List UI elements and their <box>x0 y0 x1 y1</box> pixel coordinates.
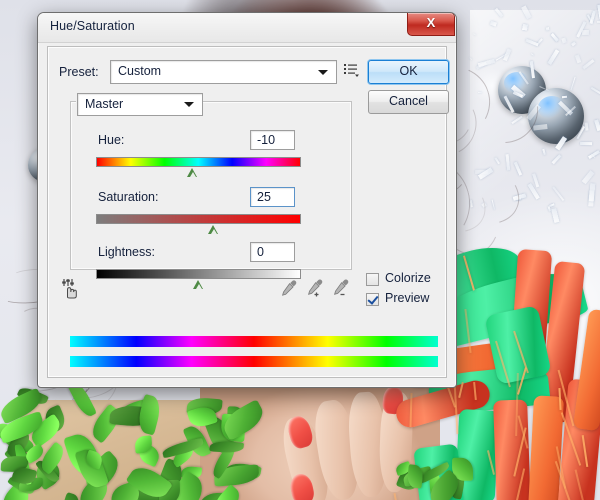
hue-spectrum-source <box>70 336 438 347</box>
close-button[interactable]: X <box>407 13 455 36</box>
eyedropper-plus-icon[interactable] <box>305 279 324 298</box>
preview-label: Preview <box>385 291 430 305</box>
artwork-glass-shard <box>582 29 589 35</box>
eyedropper-minus-icon[interactable] <box>331 279 350 298</box>
hue-label: Hue: <box>98 133 125 147</box>
saturation-slider-track[interactable] <box>96 214 301 224</box>
artwork-ribbon <box>493 399 531 500</box>
channel-dropdown[interactable]: Master <box>77 93 203 116</box>
photoshop-canvas: Hue/Saturation X Preset: Custom OK Cance… <box>0 0 600 500</box>
artwork-glass-shard <box>562 95 568 99</box>
lightness-input[interactable]: 0 <box>250 242 295 262</box>
artwork-leaves <box>0 379 269 500</box>
chevron-down-icon <box>184 102 194 107</box>
eyedropper-icon[interactable] <box>279 279 298 298</box>
artwork-glass-shard <box>521 23 528 31</box>
dialog-body: Preset: Custom OK Cancel Master Hue: -10… <box>47 46 449 378</box>
close-icon: X <box>426 15 436 30</box>
hue-input[interactable]: -10 <box>250 130 295 150</box>
hue-slider-track[interactable] <box>96 157 301 167</box>
preset-dropdown[interactable]: Custom <box>110 60 337 84</box>
lightness-slider-track[interactable] <box>96 269 301 279</box>
cancel-button[interactable]: Cancel <box>368 90 449 114</box>
dialog-title: Hue/Saturation <box>50 19 135 33</box>
saturation-input[interactable]: 25 <box>250 187 295 207</box>
hue-spectrum-result <box>70 356 438 367</box>
colorize-checkbox[interactable] <box>366 273 379 286</box>
artwork-glass-shard <box>545 26 549 30</box>
ok-button[interactable]: OK <box>368 60 449 84</box>
saturation-slider-thumb[interactable] <box>208 225 219 234</box>
preview-checkbox[interactable] <box>366 293 379 306</box>
hue-saturation-dialog: Hue/Saturation X Preset: Custom OK Cance… <box>37 12 457 388</box>
channel-value: Master <box>85 97 124 111</box>
dialog-titlebar[interactable]: Hue/Saturation X <box>38 13 456 43</box>
preset-label: Preset: <box>59 65 99 79</box>
hue-slider-thumb[interactable] <box>187 168 198 177</box>
preset-value: Custom <box>118 64 162 78</box>
preset-options-menu-icon[interactable] <box>344 63 360 77</box>
lightness-label: Lightness: <box>98 245 155 259</box>
saturation-label: Saturation: <box>98 190 159 204</box>
chevron-down-icon <box>318 70 328 75</box>
lightness-slider-thumb[interactable] <box>193 280 204 289</box>
artwork-ribbon-edge <box>393 492 399 500</box>
on-image-adjustment-tool-icon[interactable] <box>60 277 82 299</box>
colorize-label: Colorize <box>385 271 431 285</box>
artwork-glass-shard <box>580 141 593 145</box>
